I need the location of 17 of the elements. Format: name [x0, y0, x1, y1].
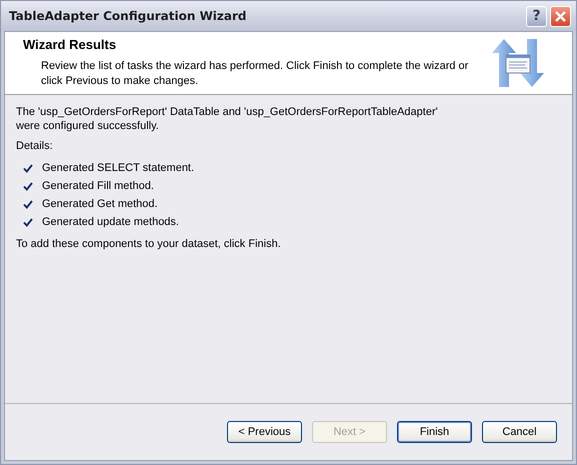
- task-text: Generated update methods.: [42, 216, 179, 228]
- task-text: Generated SELECT statement.: [42, 162, 194, 174]
- details-label: Details:: [16, 139, 54, 153]
- instruction-text: To add these components to your dataset, click Finish.: [16, 237, 282, 251]
- help-button[interactable]: ?: [526, 6, 547, 26]
- task-text: Generated Get method.: [42, 198, 158, 210]
- page-title: Wizard Results: [23, 37, 118, 52]
- close-button[interactable]: [550, 6, 571, 26]
- close-icon: [554, 10, 567, 22]
- window-title: TableAdapter Configuration Wizard: [9, 9, 247, 23]
- wizard-button[interactable]: Finish: [397, 421, 472, 443]
- summary-text: The 'usp_GetOrdersForReport' DataTable and 'usp_GetOrdersForReportTableAdapter' were configured successfully.: [16, 105, 439, 133]
- task-text: Generated Fill method.: [42, 180, 154, 192]
- page-description: Review the list of tasks the wizard has performed. Click Finish to complete the wizard or click Previous to make changes.: [40, 59, 470, 89]
- wizard-button[interactable]: < Previous: [227, 421, 302, 443]
- wizard-button[interactable]: Cancel: [482, 421, 557, 443]
- wizard-arrows-icon: [490, 37, 546, 89]
